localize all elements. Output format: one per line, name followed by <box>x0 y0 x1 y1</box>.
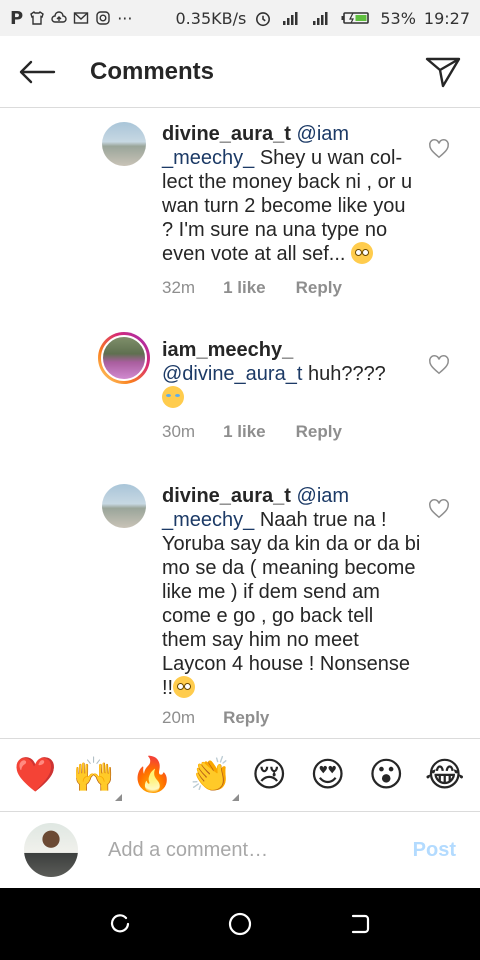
pinterest-icon: P <box>10 7 24 29</box>
like-heart-icon[interactable] <box>428 138 450 160</box>
comment-message: huh???? <box>302 363 386 385</box>
instagram-icon <box>96 11 110 25</box>
home-circle-icon <box>228 912 252 936</box>
alarm-icon <box>256 12 271 27</box>
heart-eyes-reaction-button[interactable]: 😍 <box>308 755 348 795</box>
laughing-reaction-button[interactable]: 😂 <box>425 755 465 795</box>
quick-reactions: ❤️ 🙌 🔥 👏 😢 😍 😮 😂 <box>0 738 480 812</box>
comment-item: divine_aura_t @iam _meechy_ Shey u wan c… <box>0 108 480 308</box>
avatar[interactable] <box>102 122 146 166</box>
raised-hands-emoji-icon: 🙌 <box>72 756 115 794</box>
arrow-left-icon <box>19 60 56 83</box>
shirt-icon <box>30 11 45 25</box>
comment-list: divine_aura_t @iam _meechy_ Shey u wan c… <box>0 108 480 738</box>
tears-of-joy-emoji-icon: 😂 <box>424 756 465 794</box>
page-title: Comments <box>90 57 215 85</box>
comment-meta: 20m Reply <box>162 708 299 728</box>
comment-time: 20m <box>162 708 196 727</box>
share-button[interactable] <box>408 36 478 108</box>
cloud-upload-icon <box>51 11 67 23</box>
comment-username[interactable]: iam_meechy_ <box>162 339 293 361</box>
comment-item: iam_meechy_ @divine_aura_t huh???? 30m 1… <box>0 328 480 468</box>
comment-mention[interactable]: @divine_aura_t <box>162 363 302 385</box>
status-bar: P ··· 0.35KB/s 53% 19:27 <box>0 0 480 36</box>
like-count[interactable]: 1 like <box>223 278 266 298</box>
more-notifications-icon: ··· <box>117 8 133 28</box>
system-nav-bar <box>0 888 480 960</box>
heart-emoji-icon: ❤️ <box>14 756 57 794</box>
heart-reaction-button[interactable]: ❤️ <box>14 755 57 795</box>
comment-time: 32m <box>162 278 196 297</box>
laughing-emoji-icon <box>162 386 184 408</box>
like-heart-icon[interactable] <box>428 354 450 376</box>
reply-button[interactable]: Reply <box>296 422 342 442</box>
heart-eyes-emoji-icon: 😍 <box>310 756 346 794</box>
comment-message: Naah true na ! Yoruba say da kin da or d… <box>162 509 421 699</box>
signal-2-icon <box>313 12 328 25</box>
home-button[interactable] <box>220 904 260 944</box>
like-heart-icon[interactable] <box>428 498 450 520</box>
post-button[interactable]: Post <box>413 839 456 862</box>
clap-reaction-button[interactable]: 👏 <box>189 755 239 801</box>
like-count[interactable]: 1 like <box>223 422 266 442</box>
rolling-eyes-emoji-icon <box>351 242 373 264</box>
mail-icon <box>74 12 89 24</box>
avatar-image <box>101 335 147 381</box>
recents-button[interactable] <box>100 904 140 944</box>
clock: 19:27 <box>423 8 470 28</box>
comment-time: 30m <box>162 422 196 441</box>
comment-text: divine_aura_t @iam _meechy_ Shey u wan c… <box>162 122 422 266</box>
fire-reaction-button[interactable]: 🔥 <box>131 755 174 795</box>
comment-item: divine_aura_t @iam _meechy_ Naah true na… <box>0 470 480 738</box>
comment-input[interactable] <box>108 838 398 862</box>
variant-indicator-icon <box>114 794 122 801</box>
fire-emoji-icon: 🔥 <box>131 756 174 794</box>
comment-meta: 32m 1 like Reply <box>162 278 372 298</box>
variant-indicator-icon <box>231 794 239 801</box>
crying-face-emoji-icon: 😢 <box>251 756 287 794</box>
avatar[interactable] <box>102 484 146 528</box>
battery-percent: 53% <box>380 8 416 28</box>
network-speed: 0.35KB/s <box>175 8 247 28</box>
comment-text: divine_aura_t @iam _meechy_ Naah true na… <box>162 484 422 700</box>
surprised-face-emoji-icon: 😮 <box>368 756 404 794</box>
rolling-eyes-emoji-icon <box>173 676 196 698</box>
crying-reaction-button[interactable]: 😢 <box>249 755 289 795</box>
battery-icon <box>341 12 370 24</box>
comment-text: iam_meechy_ @divine_aura_t huh???? <box>162 338 422 410</box>
comment-username[interactable]: divine_aura_t <box>162 123 291 145</box>
avatar[interactable] <box>98 332 150 384</box>
comment-username[interactable]: divine_aura_t <box>162 485 291 507</box>
reply-button[interactable]: Reply <box>296 278 342 298</box>
comment-meta: 30m 1 like Reply <box>162 422 372 442</box>
raised-hands-reaction-button[interactable]: 🙌 <box>72 755 122 801</box>
back-button[interactable] <box>2 36 72 108</box>
my-avatar <box>24 823 78 877</box>
back-nav-icon <box>351 914 370 934</box>
clapping-hands-emoji-icon: 👏 <box>189 756 232 794</box>
app-header: Comments <box>0 36 480 108</box>
reply-button[interactable]: Reply <box>223 708 269 728</box>
recents-icon <box>110 914 130 933</box>
comment-composer: Post <box>0 812 480 888</box>
paper-plane-icon <box>425 57 461 87</box>
signal-1-icon <box>283 12 298 25</box>
back-nav-button[interactable] <box>340 904 380 944</box>
surprised-reaction-button[interactable]: 😮 <box>366 755 406 795</box>
